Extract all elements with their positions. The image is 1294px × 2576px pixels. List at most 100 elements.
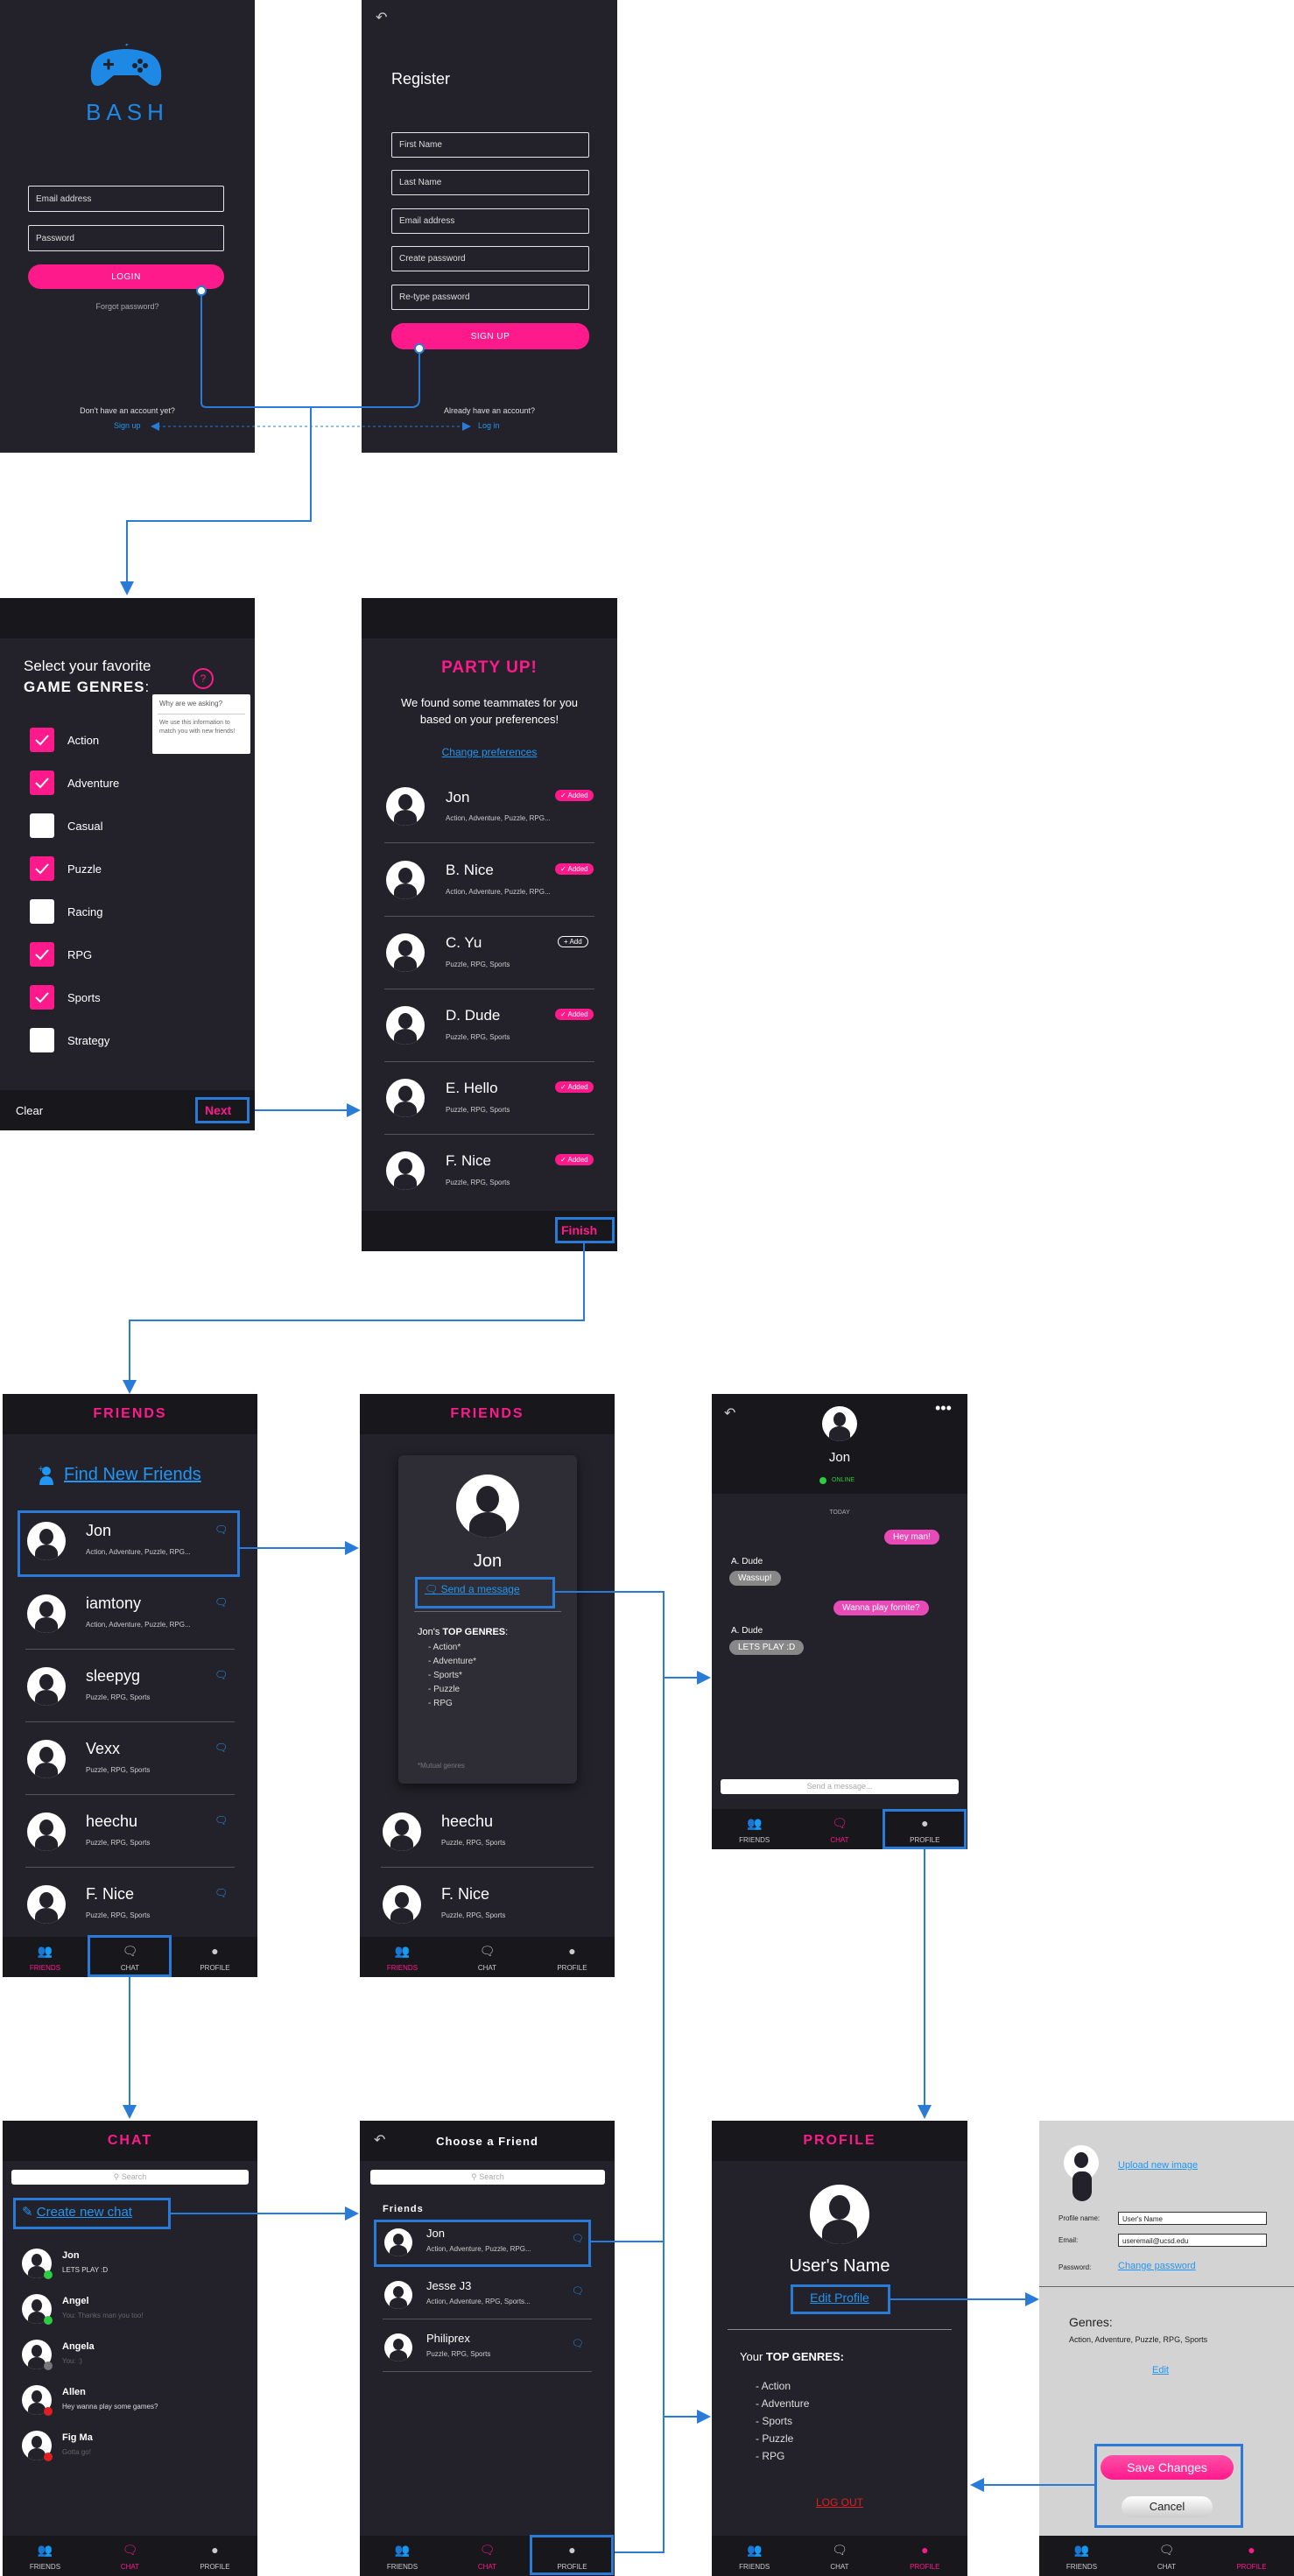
upload-image-link[interactable]: Upload new image (1118, 2160, 1198, 2171)
search-input[interactable]: ⚲ Search (370, 2170, 605, 2185)
tooltip-body: We use this information to match you wit… (159, 720, 236, 735)
edit-divider (1039, 2286, 1294, 2287)
bottom-nav: 👥 FRIENDS 🗨 CHAT ● PROFILE (360, 1937, 615, 1977)
friends-icon: 👥 (746, 2543, 763, 2557)
more-options-icon[interactable]: ••• (935, 1399, 952, 1418)
friend-name: Jesse J3 (426, 2279, 472, 2292)
nav-friends[interactable]: 👥 FRIENDS (712, 2536, 797, 2576)
first-name-field[interactable]: First Name (391, 132, 589, 158)
added-badge[interactable]: ✓ Added (555, 863, 594, 875)
search-icon: ⚲ (471, 2172, 477, 2181)
email-field[interactable]: Email address (28, 186, 224, 212)
genre-checkbox-action[interactable] (30, 728, 54, 752)
nav-profile[interactable]: ● PROFILE (530, 1937, 615, 1977)
bottom-nav: 👥 FRIENDS 🗨 CHAT ● PROFILE (3, 2536, 257, 2576)
popup-divider (414, 1611, 561, 1612)
friend-popup-screen: FRIENDS heechu Puzzle, RPG, Sports F. Ni… (360, 1394, 615, 1977)
friends-icon: 👥 (1073, 2543, 1090, 2557)
forgot-password-link[interactable]: Forgot password? (0, 302, 255, 311)
genre-checkbox-rpg[interactable] (30, 942, 54, 967)
added-badge[interactable]: ✓ Added (555, 1154, 594, 1165)
genre-checkbox-racing[interactable] (30, 899, 54, 924)
retype-password-field[interactable]: Re-type password (391, 285, 589, 310)
nav-friends[interactable]: 👥 FRIENDS (360, 1937, 445, 1977)
chat-list-screen: CHAT ⚲ Search ✎ Create new chat Jon LETS… (3, 2121, 257, 2576)
nav-friends[interactable]: 👥 FRIENDS (1039, 2536, 1124, 2576)
member-genres: Action, Adventure, Puzzle, RPG... (446, 888, 551, 896)
chat-bubble-icon[interactable]: 🗨 (572, 2338, 584, 2349)
nav-chat[interactable]: 🗨 CHAT (445, 2536, 530, 2576)
popup-genre: - Puzzle (428, 1685, 461, 1694)
genre-checkbox-adventure[interactable] (30, 771, 54, 795)
help-icon[interactable]: ? (193, 668, 214, 689)
email-input[interactable]: useremail@ucsd.edu (1118, 2234, 1267, 2247)
friend-genres: Puzzle, RPG, Sports (441, 1911, 506, 1919)
login-button[interactable]: LOGIN (28, 264, 224, 289)
message-input[interactable]: Send a message... (721, 1779, 959, 1794)
edit-genres-link[interactable]: Edit (1152, 2365, 1169, 2375)
friend-name: Vexx (86, 1740, 121, 1757)
chat-bubble-icon[interactable]: 🗨 (572, 2285, 584, 2297)
friend-name: sleepyg (86, 1667, 141, 1685)
signup-button[interactable]: SIGN UP (391, 323, 589, 349)
email-label: Email: (1058, 2236, 1079, 2244)
chat-bubble-icon[interactable]: 🗨 (214, 1814, 228, 1826)
added-badge[interactable]: ✓ Added (555, 1081, 594, 1093)
avatar (383, 1885, 421, 1924)
profile-avatar (810, 2185, 869, 2244)
genre-checkbox-strategy[interactable] (30, 1028, 54, 1052)
change-password-link[interactable]: Change password (1118, 2261, 1196, 2271)
nav-profile[interactable]: ● PROFILE (883, 2536, 967, 2576)
password-field[interactable]: Password (28, 225, 224, 251)
nav-friends[interactable]: 👥 FRIENDS (3, 2536, 88, 2576)
divider (25, 1649, 235, 1650)
email-field[interactable]: Email address (391, 208, 589, 234)
friends-icon: 👥 (37, 2543, 53, 2557)
genre-checkbox-puzzle[interactable] (30, 856, 54, 881)
profile-genre: - Sports (756, 2415, 793, 2427)
nav-friends[interactable]: 👥 FRIENDS (3, 1937, 88, 1977)
friends-screen: FRIENDS + Find New Friends Jon Action, A… (3, 1394, 257, 1977)
nav-chat[interactable]: 🗨 CHAT (1124, 2536, 1209, 2576)
added-badge[interactable]: ✓ Added (555, 790, 594, 801)
chat-bubble-icon[interactable]: 🗨 (214, 1596, 228, 1608)
search-input[interactable]: ⚲ Search (11, 2170, 249, 2185)
profile-genre: - RPG (756, 2450, 785, 2462)
nav-chat[interactable]: 🗨 CHAT (445, 1937, 530, 1977)
chat-bubble-icon[interactable]: 🗨 (214, 1669, 228, 1681)
party-subtitle-2: based on your preferences! (419, 713, 559, 726)
avatar (27, 1594, 66, 1633)
login-link[interactable]: Log in (478, 421, 500, 430)
add-button[interactable]: + Add (558, 936, 588, 947)
popup-genre: - Action* (428, 1643, 461, 1652)
friend-name: iamtony (86, 1594, 142, 1612)
nav-friends[interactable]: 👥 FRIENDS (712, 1809, 797, 1849)
back-arrow-icon[interactable]: ↶ (724, 1404, 735, 1422)
nav-profile[interactable]: ● PROFILE (1209, 2536, 1294, 2576)
last-name-field[interactable]: Last Name (391, 170, 589, 195)
genre-checkbox-sports[interactable] (30, 985, 54, 1010)
chat-bubble-icon[interactable]: 🗨 (214, 1887, 228, 1899)
profile-name-input[interactable]: User's Name (1118, 2212, 1267, 2225)
nav-chat[interactable]: 🗨 CHAT (797, 1809, 882, 1849)
added-badge[interactable]: ✓ Added (555, 1009, 594, 1020)
jon-row-highlight (18, 1510, 240, 1577)
logout-link[interactable]: LOG OUT (712, 2496, 967, 2509)
find-new-friends-link[interactable]: Find New Friends (64, 1465, 201, 1485)
nav-profile[interactable]: ● PROFILE (172, 1937, 257, 1977)
nav-chat[interactable]: 🗨 CHAT (88, 2536, 172, 2576)
clear-button[interactable]: Clear (16, 1104, 43, 1117)
profile-icon: ● (1248, 2543, 1255, 2557)
create-password-field[interactable]: Create password (391, 246, 589, 271)
party-subtitle-1: We found some teammates for you (400, 696, 579, 709)
nav-chat[interactable]: 🗨 CHAT (797, 2536, 882, 2576)
back-arrow-icon[interactable]: ↶ (376, 9, 387, 26)
friend-genres: Puzzle, RPG, Sports (86, 1766, 151, 1774)
signup-link[interactable]: Sign up (114, 421, 141, 430)
nav-friends[interactable]: 👥 FRIENDS (360, 2536, 445, 2576)
change-preferences-link[interactable]: Change preferences (362, 746, 617, 758)
nav-profile[interactable]: ● PROFILE (172, 2536, 257, 2576)
avatar (384, 2333, 412, 2361)
genre-checkbox-casual[interactable] (30, 813, 54, 838)
chat-bubble-icon[interactable]: 🗨 (214, 1742, 228, 1754)
